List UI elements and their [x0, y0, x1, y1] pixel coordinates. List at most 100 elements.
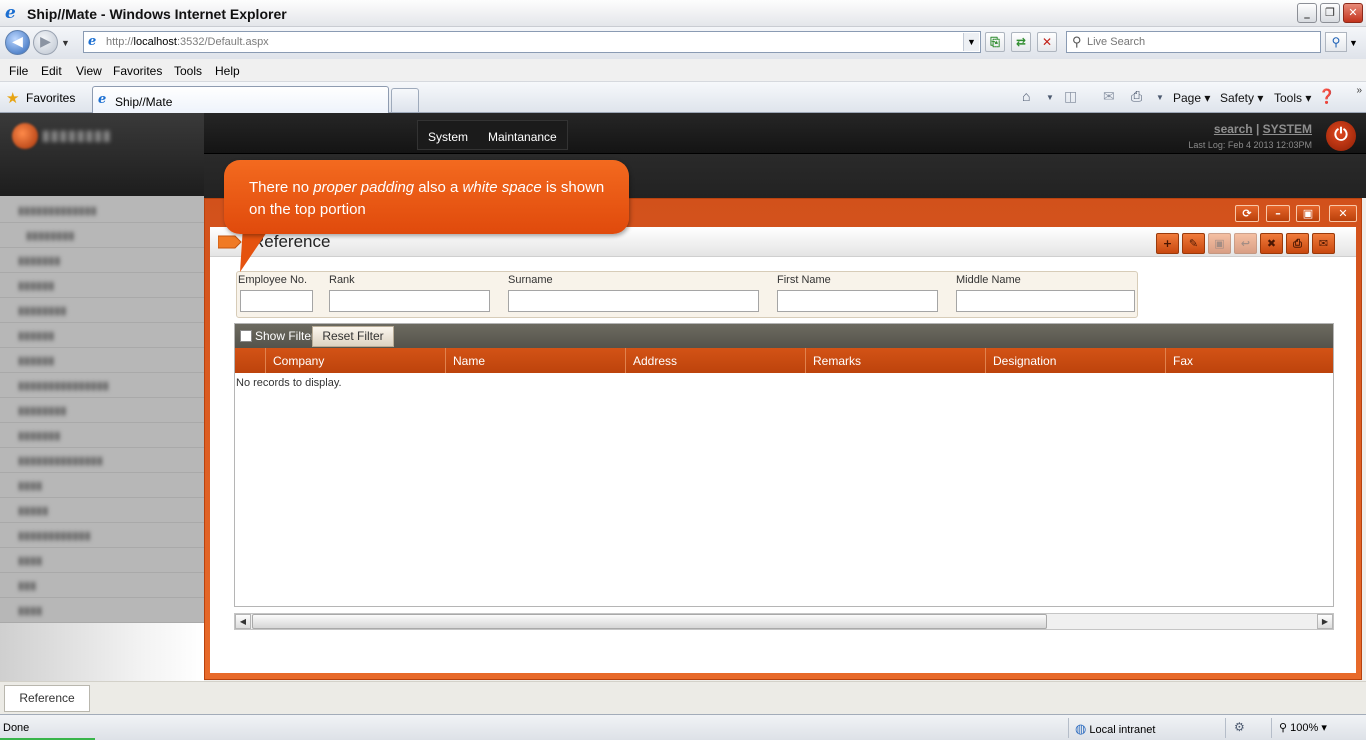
ie-logo-icon: e	[5, 3, 16, 23]
tab-title: Ship//Mate	[115, 95, 173, 109]
sidebar-item[interactable]: ▮▮▮▮▮	[0, 498, 204, 523]
logout-power-icon[interactable]: ⏻	[1326, 121, 1356, 151]
menu-file[interactable]: File	[9, 64, 28, 78]
save-record-button[interactable]: ▣	[1208, 233, 1231, 254]
email-record-button[interactable]: ✉	[1312, 233, 1335, 254]
address-dropdown-icon[interactable]: ▼	[963, 33, 979, 51]
taskbar-tab-reference[interactable]: Reference	[4, 685, 90, 712]
surname-input[interactable]	[508, 290, 759, 312]
show-filter-label[interactable]: Show Filter	[255, 329, 315, 343]
annotation-text: There no proper padding also a white spa…	[249, 179, 605, 218]
delete-record-button[interactable]: ✖	[1260, 233, 1283, 254]
scroll-thumb[interactable]	[252, 614, 1047, 629]
annotation-callout: There no proper padding also a white spa…	[224, 160, 629, 234]
rank-input[interactable]	[329, 290, 490, 312]
edit-record-button[interactable]: ✎	[1182, 233, 1205, 254]
new-tab-button[interactable]	[391, 88, 419, 113]
sidebar-item[interactable]: ▮▮▮▮	[0, 548, 204, 573]
undo-record-button[interactable]: ↩	[1234, 233, 1257, 254]
compatibility-icon[interactable]: ⎘	[985, 32, 1005, 52]
sidebar-item[interactable]: ▮▮▮	[0, 573, 204, 598]
menu-help[interactable]: Help	[215, 64, 240, 78]
employee-no-input[interactable]	[240, 290, 313, 312]
column-header-remarks[interactable]: Remarks	[805, 348, 985, 373]
window-minimize-button[interactable]: –	[1266, 205, 1290, 222]
home-dropdown-icon[interactable]: ▼	[1046, 93, 1054, 102]
column-header-address[interactable]: Address	[625, 348, 805, 373]
close-window-button[interactable]: ✕	[1343, 3, 1363, 23]
column-header-name[interactable]: Name	[445, 348, 625, 373]
search-go-button[interactable]: ⚲	[1325, 32, 1347, 52]
window-maximize-button[interactable]: ▣	[1296, 205, 1320, 222]
user-link[interactable]: SYSTEM	[1263, 122, 1312, 136]
sidebar-item[interactable]: ▮▮▮▮▮▮▮▮	[0, 298, 204, 323]
address-bar[interactable]: e http://localhost:3532/Default.aspx ▼	[83, 31, 981, 53]
column-header-designation[interactable]: Designation	[985, 348, 1165, 373]
search-input[interactable]	[1087, 34, 1307, 50]
security-zone: ◍ Local intranet	[1075, 721, 1156, 736]
favorites-star-icon[interactable]: ★	[6, 89, 19, 107]
menu-view[interactable]: View	[76, 64, 102, 78]
stop-icon[interactable]: ✕	[1037, 32, 1057, 52]
mail-icon[interactable]: ✉	[1103, 88, 1115, 105]
print-dropdown-icon[interactable]: ▼	[1156, 93, 1164, 102]
tools-menu[interactable]: Tools ▾	[1274, 91, 1311, 105]
window-refresh-button[interactable]: ⟳	[1235, 205, 1259, 222]
search-options-dropdown-icon[interactable]: ▼	[1349, 38, 1358, 48]
minimize-window-button[interactable]: _	[1297, 3, 1317, 23]
history-dropdown-icon[interactable]: ▼	[61, 38, 70, 48]
home-icon[interactable]: ⌂	[1022, 88, 1030, 104]
sidebar-item[interactable]: ▮▮▮▮▮▮▮	[0, 423, 204, 448]
menu-system[interactable]: System	[418, 121, 478, 153]
sidebar-item[interactable]: ▮▮▮▮▮▮▮▮▮▮▮▮	[0, 523, 204, 548]
sidebar-item[interactable]: ▮▮▮▮▮▮▮	[0, 248, 204, 273]
browser-tab-shipmate[interactable]: e Ship//Mate	[92, 86, 389, 113]
feeds-icon[interactable]: ◫	[1064, 88, 1077, 105]
zoom-level[interactable]: ⚲ 100% ▾	[1279, 721, 1327, 734]
forward-button[interactable]: ▶	[33, 30, 58, 55]
sidebar-item[interactable]: ▮▮▮▮▮▮▮▮▮▮▮▮▮▮	[0, 448, 204, 473]
reset-filter-button[interactable]: Reset Filter	[312, 326, 394, 347]
add-record-button[interactable]: +	[1156, 233, 1179, 254]
sidebar-item[interactable]: ▮▮▮▮▮▮▮▮	[0, 398, 204, 423]
link-separator: |	[1255, 122, 1260, 136]
horizontal-scrollbar[interactable]: ◀ ▶	[234, 613, 1334, 630]
menu-tools[interactable]: Tools	[174, 64, 202, 78]
search-box[interactable]: ⚲	[1066, 31, 1321, 53]
more-commands-chevron-icon[interactable]: »	[1356, 85, 1362, 96]
back-button[interactable]: ◀	[5, 30, 30, 55]
refresh-icon[interactable]: ⇄	[1011, 32, 1031, 52]
address-toolbar: ◀ ▶ ▼ e http://localhost:3532/Default.as…	[0, 27, 1366, 59]
sidebar-item[interactable]: ▮▮▮▮	[0, 598, 204, 623]
safety-menu[interactable]: Safety ▾	[1220, 91, 1263, 105]
sidebar-item[interactable]: ▮▮▮▮▮▮▮▮▮▮▮▮▮▮▮	[0, 373, 204, 398]
window-close-button[interactable]: ✕	[1329, 205, 1357, 222]
print-record-button[interactable]: ⎙	[1286, 233, 1309, 254]
sidebar-item[interactable]: ▮▮▮▮▮▮	[0, 323, 204, 348]
column-header-fax[interactable]: Fax	[1165, 348, 1333, 373]
sidebar-item[interactable]: ▮▮▮▮▮▮▮▮▮▮▮▮▮	[0, 198, 204, 223]
scroll-left-icon[interactable]: ◀	[235, 614, 251, 629]
menu-favorites[interactable]: Favorites	[113, 64, 162, 78]
menu-edit[interactable]: Edit	[41, 64, 62, 78]
show-filter-checkbox[interactable]	[240, 330, 252, 342]
protected-mode-icon[interactable]: ⚙	[1234, 720, 1245, 734]
first-name-input[interactable]	[777, 290, 938, 312]
restore-window-button[interactable]: ❐	[1320, 3, 1340, 23]
sidebar-item[interactable]: ▮▮▮▮	[0, 473, 204, 498]
favorites-button[interactable]: Favorites	[26, 91, 75, 105]
page-menu[interactable]: Page ▾	[1173, 91, 1210, 105]
scroll-right-icon[interactable]: ▶	[1317, 614, 1333, 629]
user-links: search | SYSTEM	[1214, 122, 1312, 136]
sidebar-item[interactable]: ▮▮▮▮▮▮	[0, 273, 204, 298]
zoom-icon: ⚲	[1279, 722, 1288, 734]
search-link[interactable]: search	[1214, 122, 1253, 136]
middle-name-input[interactable]	[956, 290, 1135, 312]
grid-header: Company Name Address Remarks Designation…	[235, 348, 1333, 373]
help-icon[interactable]: ❓	[1318, 88, 1335, 105]
sidebar-item[interactable]: ▮▮▮▮▮▮	[0, 348, 204, 373]
column-header-company[interactable]: Company	[265, 348, 445, 373]
sidebar-item[interactable]: ▮▮▮▮▮▮▮▮	[0, 223, 204, 248]
print-icon[interactable]: ⎙	[1131, 88, 1142, 105]
menu-maintanance[interactable]: Maintanance	[478, 121, 567, 153]
